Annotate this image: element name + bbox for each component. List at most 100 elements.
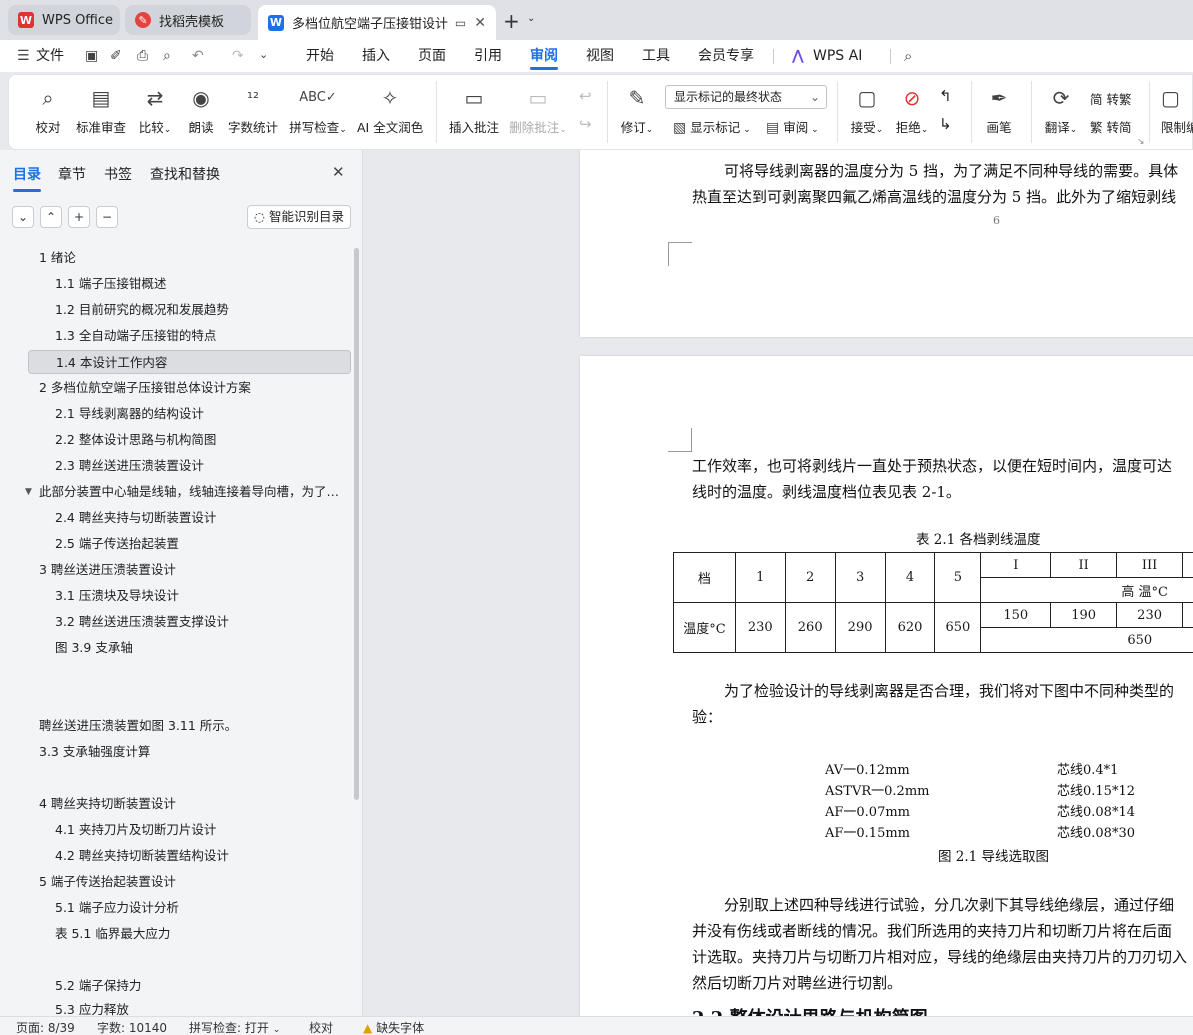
toc-item[interactable]: 1.3 全自动端子压接钳的特点 — [55, 324, 345, 348]
toc-item[interactable]: 5.3 应力释放 — [55, 998, 345, 1016]
close-icon[interactable]: ✕ — [332, 163, 345, 181]
expand-ribbon-icon[interactable]: ↘ — [1137, 137, 1145, 147]
triangle-down-icon[interactable]: ▼ — [25, 480, 32, 504]
toc-item[interactable]: 2.4 聘丝夹持与切断装置设计 — [55, 506, 345, 530]
display-mode-select[interactable]: 显示标记的最终状态 ⌄ — [665, 85, 827, 109]
tab-docer[interactable]: ✎ 找稻壳模板 — [125, 5, 251, 35]
tab-toc[interactable]: 目录 — [13, 164, 41, 192]
read-aloud-button[interactable]: ◉ 朗读 — [186, 83, 216, 136]
menu-insert[interactable]: 插入 — [362, 40, 390, 72]
insert-comment-button[interactable]: ▭ 插入批注 — [449, 83, 499, 136]
toc-item[interactable]: 1.2 目前研究的概况和发展趋势 — [55, 298, 345, 322]
expand-down-button[interactable]: ⌄ — [12, 206, 34, 228]
previous-comment-icon[interactable]: ↩ — [579, 87, 592, 105]
word-count-indicator[interactable]: 字数: 10140 — [97, 1019, 167, 1035]
menu-member[interactable]: 会员专享 — [698, 40, 754, 72]
toc-item[interactable]: ▼2 多档位航空端子压接钳总体设计方案 — [39, 376, 339, 400]
tab-find-replace[interactable]: 查找和替换 — [150, 164, 220, 184]
hamburger-icon[interactable]: ☰ — [17, 48, 30, 64]
review-ribbon: ⌕ 校对 ▤ 标准审查 ⇄ 比较⌄ ◉ 朗读 ¹² 字数统计 ABC✓ 拼写检查⌄ ✧ AI … — [8, 74, 1193, 150]
toc-item[interactable]: ▼5 端子传送抬起装置设计 — [39, 870, 339, 894]
missing-font-indicator[interactable]: ▲ 缺失字体 — [363, 1019, 424, 1035]
toc-item-selected[interactable]: 1.4 本设计工作内容 — [28, 350, 351, 374]
accept-button[interactable]: ▢ 接受⌄ — [849, 83, 885, 136]
previous-change-icon[interactable]: ↰ — [939, 87, 952, 105]
remove-heading-button[interactable]: − — [96, 206, 118, 228]
toc-item[interactable]: 聘丝送进压溃装置如图 3.11 所示。 — [39, 714, 339, 738]
spell-check-button[interactable]: ABC✓ 拼写检查⌄ — [288, 83, 348, 136]
tab-chapters[interactable]: 章节 — [58, 164, 86, 184]
delete-comment-button[interactable]: ▭ 删除批注⌄ — [507, 83, 569, 136]
review-pane-icon: ▤ — [766, 120, 780, 136]
pen-button[interactable]: ✒ 画笔 — [983, 83, 1015, 136]
toc-item[interactable]: 4.1 夹持刀片及切断刀片设计 — [55, 818, 345, 842]
chevron-down-icon[interactable]: ⌄ — [259, 48, 268, 61]
monitor-icon[interactable]: ▭ — [455, 16, 466, 30]
translate-button[interactable]: ⟳ 翻译⌄ — [1043, 83, 1079, 136]
review-pane-button[interactable]: ▤ 审阅 ⌄ — [766, 117, 819, 136]
standard-review-button[interactable]: ▤ 标准审查 — [75, 83, 127, 136]
proofread-button[interactable]: ⌕ 校对 — [33, 83, 63, 136]
menu-review[interactable]: 审阅 — [530, 40, 558, 72]
table-cell: II — [1050, 552, 1118, 578]
chevron-down-icon: ⌄ — [809, 90, 820, 104]
undo-icon[interactable]: ↶ — [192, 48, 204, 64]
print-icon[interactable]: ⎙ — [137, 48, 148, 64]
toc-item[interactable]: 3.2 聘丝送进压溃装置支撑设计 — [55, 610, 345, 634]
toc-item[interactable]: ▼1 绪论 — [39, 246, 339, 270]
print-preview-icon[interactable]: ⌕ — [163, 48, 171, 64]
redo-icon[interactable]: ↷ — [232, 48, 244, 64]
toc-item[interactable]: 3.1 压溃块及导块设计 — [55, 584, 345, 608]
menu-home[interactable]: 开始 — [306, 40, 334, 72]
next-change-icon[interactable]: ↳ — [939, 115, 952, 133]
menu-file[interactable]: 文件 — [36, 40, 64, 72]
toc-item[interactable]: 5.2 端子保持力 — [55, 974, 345, 998]
document-canvas[interactable]: 可将导线剥离器的温度分为 5 挡，为了满足不同种导线的需要。具体 热直至达到可剥… — [364, 150, 1193, 1016]
collapse-up-button[interactable]: ⌃ — [40, 206, 62, 228]
menu-reference[interactable]: 引用 — [474, 40, 502, 72]
menu-wps-ai[interactable]: WPS AI — [813, 40, 862, 72]
save-icon[interactable]: ▣ — [85, 48, 98, 64]
toc-item[interactable]: 2.3 聘丝送进压溃装置设计 — [55, 454, 345, 478]
new-tab-icon[interactable]: + — [503, 9, 520, 33]
search-icon[interactable]: ⌕ — [904, 47, 912, 65]
show-markup-button[interactable]: ▧ 显示标记 ⌄ — [673, 117, 751, 136]
toc-item[interactable]: 表 5.1 临界最大应力 — [55, 922, 345, 946]
add-heading-button[interactable]: + — [68, 206, 90, 228]
menu-tools[interactable]: 工具 — [642, 40, 670, 72]
toc-item[interactable]: 图 3.9 支承轴 — [55, 636, 345, 660]
to-simplified-button[interactable]: 繁 转简 — [1090, 117, 1131, 136]
compare-button[interactable]: ⇄ 比较⌄ — [135, 83, 175, 136]
toc-item[interactable]: 2.1 导线剥离器的结构设计 — [55, 402, 345, 426]
format-painter-icon[interactable]: ✐ — [110, 48, 122, 64]
chevron-down-icon[interactable]: ⌄ — [527, 13, 535, 24]
page-indicator[interactable]: 页面: 8/39 — [16, 1019, 75, 1035]
word-count-button[interactable]: ¹² 字数统计 — [227, 83, 279, 136]
next-comment-icon[interactable]: ↪ — [579, 115, 592, 133]
menu-view[interactable]: 视图 — [586, 40, 614, 72]
to-traditional-button[interactable]: 简 转繁 — [1090, 89, 1131, 108]
toc-item[interactable]: 2.2 整体设计思路与机构简图 — [55, 428, 345, 452]
toc-item[interactable]: ▼3 聘丝送进压溃装置设计 — [39, 558, 339, 582]
tab-document[interactable]: W 多档位航空端子压接钳设计 论 ▭ ✕ — [258, 5, 496, 40]
toc-item[interactable]: 4.2 聘丝夹持切断装置结构设计 — [55, 844, 345, 868]
toc-item[interactable]: 5.1 端子应力设计分析 — [55, 896, 345, 920]
menu-page[interactable]: 页面 — [418, 40, 446, 72]
ai-polish-button[interactable]: ✧ AI 全文润色 — [357, 83, 423, 136]
reject-button[interactable]: ⊘ 拒绝⌄ — [894, 83, 930, 136]
proofread-indicator[interactable]: 校对 — [309, 1019, 333, 1035]
toc-item[interactable]: 3.3 支承轴强度计算 — [39, 740, 339, 764]
toc-item[interactable]: ▼此部分装置中心轴是线轴，线轴连接着导向槽，为了固定线轴 — [25, 480, 343, 504]
toc-scrollbar[interactable] — [354, 248, 359, 800]
close-icon[interactable]: ✕ — [474, 15, 486, 31]
spell-check-indicator[interactable]: 拼写检查: 打开 ⌄ — [189, 1019, 280, 1035]
toc-item[interactable]: 2.5 端子传送抬起装置 — [55, 532, 345, 556]
paragraph: 热直至达到可剥离聚四氟乙烯高温线的温度分为 5 挡。此外为了缩短剥线 — [692, 188, 1177, 206]
smart-toc-button[interactable]: ◌ 智能识别目录 — [247, 205, 351, 229]
toc-item[interactable]: 1.1 端子压接钳概述 — [55, 272, 345, 296]
tab-bookmarks[interactable]: 书签 — [104, 164, 132, 184]
track-changes-button[interactable]: ✎ 修订⌄ — [617, 83, 657, 136]
tab-wps-office[interactable]: W WPS Office — [8, 5, 120, 35]
restrict-edit-button[interactable]: ▢ 限制编 — [1161, 83, 1193, 136]
toc-item[interactable]: ▼4 聘丝夹持切断装置设计 — [39, 792, 339, 816]
